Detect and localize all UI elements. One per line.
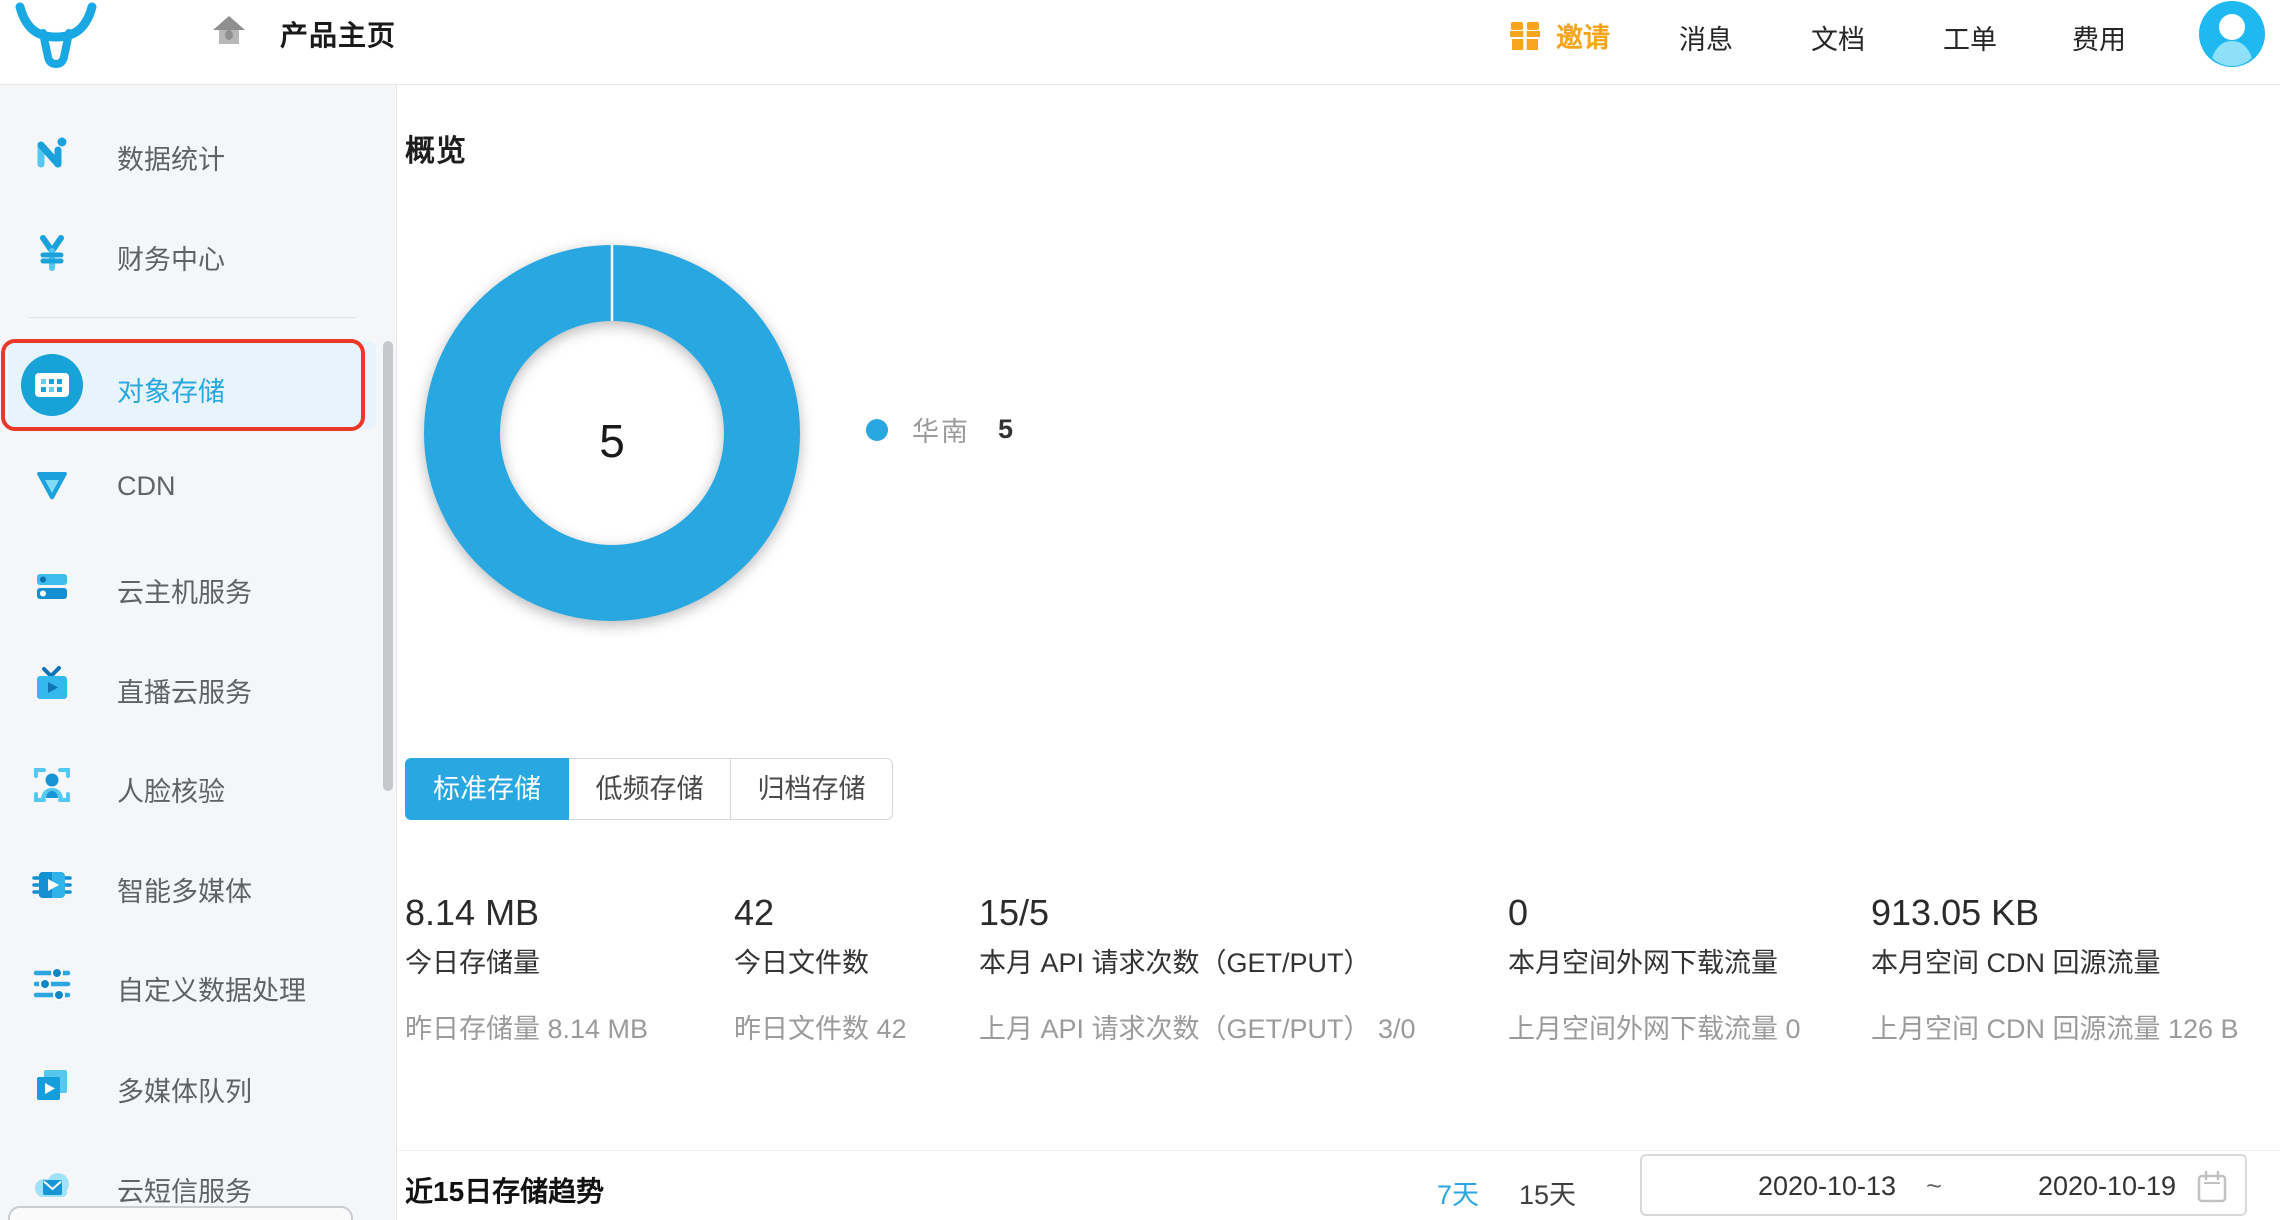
qiniu-logo-icon <box>14 2 98 73</box>
custom-data-processing-icon <box>32 964 72 1004</box>
tab-standard-storage[interactable]: 标准存储 <box>405 758 569 820</box>
sidebar: 数据统计 财务中心 <box>0 85 397 1220</box>
tab-archive-storage[interactable]: 归档存储 <box>730 758 893 820</box>
legend-item-huanan[interactable]: 华南 5 <box>866 410 1013 449</box>
user-avatar[interactable] <box>2199 1 2265 67</box>
legend-label: 华南 <box>912 410 970 449</box>
sidebar-item-label: 智能多媒体 <box>117 870 252 909</box>
home-icon <box>210 12 248 55</box>
multimedia-queue-icon <box>32 1065 72 1105</box>
sidebar-item-label: 多媒体队列 <box>117 1070 252 1109</box>
sidebar-item-label: 数据统计 <box>117 138 225 177</box>
nav-messages[interactable]: 消息 <box>1679 18 1733 57</box>
sidebar-item-live-cloud[interactable]: 直播云服务 <box>0 656 380 716</box>
sidebar-item-smart-multimedia[interactable]: 智能多媒体 <box>0 855 380 915</box>
stat-api-requests: 15/5 本月 API 请求次数（GET/PUT） 上月 API 请求次数（GE… <box>979 893 1499 1043</box>
nav-tickets[interactable]: 工单 <box>1943 18 1997 57</box>
date-end-input[interactable]: 2020-10-19 <box>1992 1171 2222 1202</box>
stat-today-storage: 8.14 MB 今日存储量 昨日存储量 8.14 MB <box>405 893 725 1043</box>
trend-section-divider <box>397 1150 2280 1151</box>
cloud-sms-icon <box>32 1165 72 1205</box>
stat-value: 0 <box>1508 893 1868 933</box>
nav-invite[interactable]: 邀请 <box>1506 13 1610 58</box>
sidebar-item-label: 云主机服务 <box>117 571 252 610</box>
stat-label: 本月 API 请求次数（GET/PUT） <box>979 949 1499 977</box>
cdn-icon <box>32 466 72 506</box>
stat-cdn-back-to-source: 913.05 KB 本月空间 CDN 回源流量 上月空间 CDN 回源流量 12… <box>1871 893 2280 1043</box>
date-range-separator: ~ <box>1914 1171 1954 1202</box>
stat-value: 15/5 <box>979 893 1499 933</box>
nav-billing[interactable]: 费用 <box>2072 18 2126 57</box>
stat-sub: 昨日存储量 8.14 MB <box>405 1015 725 1043</box>
sidebar-item-data-stats[interactable]: 数据统计 <box>0 123 380 183</box>
range-option-7-days[interactable]: 7天 <box>1437 1173 1479 1212</box>
stat-value: 913.05 KB <box>1871 893 2280 933</box>
sidebar-item-face-verification[interactable]: 人脸核验 <box>0 755 380 815</box>
stat-label: 今日存储量 <box>405 949 725 977</box>
stat-external-download: 0 本月空间外网下载流量 上月空间外网下载流量 0 <box>1508 893 1868 1043</box>
trend-title: 近15日存储趋势 <box>405 1170 604 1210</box>
bottom-panel-edge <box>8 1206 353 1220</box>
product-home-link[interactable]: 产品主页 <box>210 12 396 55</box>
cloud-host-icon <box>32 566 72 606</box>
date-start-input[interactable]: 2020-10-13 <box>1712 1171 1942 1202</box>
sidebar-item-label: CDN <box>117 471 176 502</box>
sidebar-item-finance-center[interactable]: 财务中心 <box>0 223 380 283</box>
smart-multimedia-icon <box>32 865 72 905</box>
sidebar-divider <box>28 317 357 318</box>
nav-docs[interactable]: 文档 <box>1811 18 1865 57</box>
calendar-icon[interactable] <box>2197 1170 2227 1209</box>
nav-invite-label: 邀请 <box>1556 16 1610 55</box>
stat-sub: 上月空间 CDN 回源流量 126 B <box>1871 1015 2280 1043</box>
stat-label: 本月空间外网下载流量 <box>1508 949 1868 977</box>
stat-value: 8.14 MB <box>405 893 725 933</box>
finance-center-icon <box>32 233 72 273</box>
gift-icon <box>1506 15 1544 60</box>
sidebar-item-label: 自定义数据处理 <box>117 969 306 1008</box>
page-title: 概览 <box>405 126 467 170</box>
sidebar-item-cloud-host[interactable]: 云主机服务 <box>0 556 380 616</box>
sidebar-item-label: 直播云服务 <box>117 671 252 710</box>
object-storage-icon <box>21 354 83 416</box>
sidebar-item-custom-data-processing[interactable]: 自定义数据处理 <box>0 954 380 1014</box>
stat-sub: 昨日文件数 42 <box>734 1015 974 1043</box>
sidebar-item-object-storage[interactable]: 对象存储 <box>0 341 380 429</box>
donut-center-value: 5 <box>512 414 712 468</box>
tab-low-frequency-storage[interactable]: 低频存储 <box>568 758 731 820</box>
home-label: 产品主页 <box>280 14 396 54</box>
sidebar-item-cdn[interactable]: CDN <box>0 456 380 516</box>
stat-label: 本月空间 CDN 回源流量 <box>1871 949 2280 977</box>
face-verification-icon <box>32 765 72 805</box>
stat-value: 42 <box>734 893 974 933</box>
stat-today-files: 42 今日文件数 昨日文件数 42 <box>734 893 974 1043</box>
date-range-picker[interactable]: 2020-10-13 ~ 2020-10-19 <box>1640 1154 2247 1216</box>
legend-value: 5 <box>998 414 1013 445</box>
sidebar-item-label: 云短信服务 <box>117 1170 252 1209</box>
stat-label: 今日文件数 <box>734 949 974 977</box>
sidebar-item-label: 对象存储 <box>117 370 225 409</box>
data-stats-icon <box>32 133 72 173</box>
sidebar-item-label: 人脸核验 <box>117 770 225 809</box>
console-page: 产品主页 邀请 消息 文档 工单 费用 <box>0 0 2280 1220</box>
stat-sub: 上月 API 请求次数（GET/PUT） 3/0 <box>979 1015 1499 1043</box>
live-cloud-icon <box>32 666 72 706</box>
top-header: 产品主页 邀请 消息 文档 工单 费用 <box>0 0 2280 85</box>
sidebar-scrollbar-thumb[interactable] <box>383 341 393 791</box>
sidebar-item-multimedia-queue[interactable]: 多媒体队列 <box>0 1055 380 1115</box>
stat-sub: 上月空间外网下载流量 0 <box>1508 1015 1868 1043</box>
legend-dot <box>866 419 888 441</box>
storage-type-tabs: 标准存储 低频存储 归档存储 <box>405 758 893 820</box>
sidebar-item-label: 财务中心 <box>117 238 225 277</box>
range-option-15-days[interactable]: 15天 <box>1519 1173 1576 1212</box>
